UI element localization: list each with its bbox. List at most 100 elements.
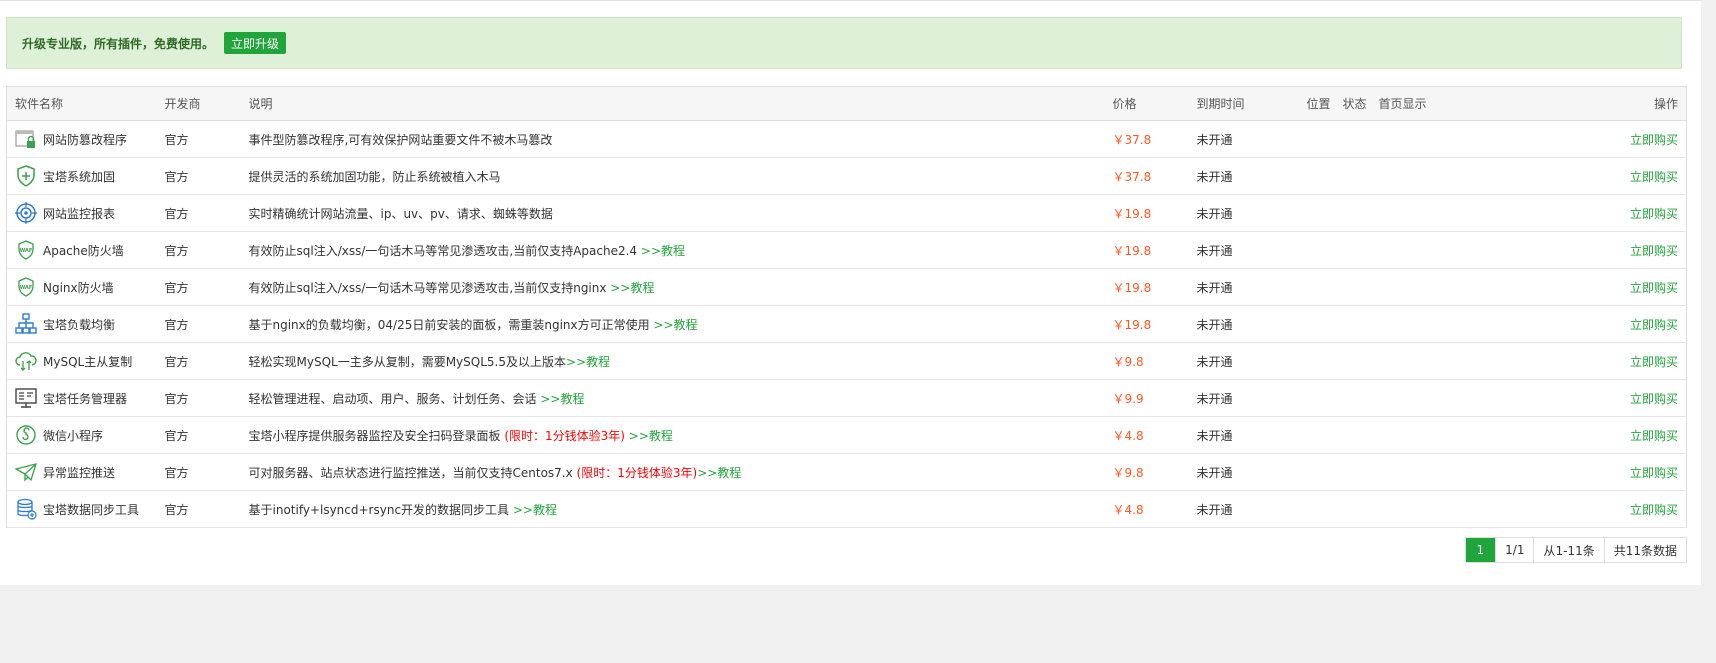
load-balance-icon	[15, 313, 37, 335]
plugin-price: ￥37.8	[1104, 157, 1189, 195]
buy-now-link[interactable]: 立即购买	[1630, 318, 1678, 332]
plugin-price: ￥9.9	[1104, 379, 1189, 417]
plugin-name[interactable]: 微信小程序	[43, 427, 103, 444]
plugin-name-cell: 异常监控推送	[6, 453, 157, 491]
plugin-name[interactable]: 宝塔系统加固	[43, 168, 115, 185]
plugin-name[interactable]: MySQL主从复制	[43, 353, 132, 370]
plugin-desc-cell: 轻松实现MySQL一主多从复制，需要MySQL5.5及以上版本>>教程	[240, 342, 1105, 380]
table-row: 网站监控报表 官方 实时精确统计网站流量、ip、uv、pv、请求、蜘蛛等数据 ￥19.…	[6, 194, 1687, 232]
plugin-name[interactable]: 网站防篡改程序	[43, 131, 127, 148]
page-current[interactable]: 1	[1465, 538, 1496, 562]
plugin-developer: 官方	[156, 342, 241, 380]
tutorial-link[interactable]: >>教程	[641, 244, 685, 258]
tutorial-link[interactable]: >>教程	[653, 318, 697, 332]
plugin-table: 软件名称 开发商 说明 价格 到期时间 位置 状态 首页显示 操作 网站防篡改程…	[6, 86, 1687, 528]
plugin-name[interactable]: 网站监控报表	[43, 205, 115, 222]
plugin-action-cell: 立即购买	[1450, 305, 1687, 343]
buy-now-link[interactable]: 立即购买	[1630, 170, 1678, 184]
plugin-price: ￥9.8	[1104, 342, 1189, 380]
plugin-homepage	[1370, 194, 1451, 232]
plugin-position	[1298, 268, 1335, 306]
plugin-name[interactable]: Apache防火墙	[43, 242, 124, 259]
plugin-position	[1298, 305, 1335, 343]
plugin-expire: 未开通	[1188, 120, 1299, 158]
plugin-name[interactable]: 宝塔任务管理器	[43, 390, 127, 407]
plugin-status	[1334, 379, 1371, 417]
plugin-position	[1298, 379, 1335, 417]
waf-shield-icon: WAF	[15, 276, 37, 298]
tutorial-link[interactable]: >>教程	[625, 429, 673, 443]
tamper-protect-icon	[15, 128, 37, 150]
plugin-desc-cell: 有效防止sql注入/xss/一句话木马等常见渗透攻击,当前仅支持Apache2.…	[240, 231, 1105, 269]
plugin-price: ￥19.8	[1104, 231, 1189, 269]
plugin-status	[1334, 416, 1371, 454]
plugin-position	[1298, 453, 1335, 491]
plugin-status	[1334, 342, 1371, 380]
plugin-price: ￥37.8	[1104, 120, 1189, 158]
plugin-desc-cell: 基于nginx的负载均衡，04/25日前安装的面板，需重装nginx方可正常使用…	[240, 305, 1105, 343]
page-range: 从1-11条	[1533, 538, 1603, 562]
plugin-homepage	[1370, 305, 1451, 343]
plugin-desc: 轻松实现MySQL一主多从复制，需要MySQL5.5及以上版本	[248, 354, 567, 369]
buy-now-link[interactable]: 立即购买	[1630, 429, 1678, 443]
buy-now-link[interactable]: 立即购买	[1630, 281, 1678, 295]
buy-now-link[interactable]: 立即购买	[1630, 392, 1678, 406]
buy-now-link[interactable]: 立即购买	[1630, 244, 1678, 258]
mini-program-icon	[15, 424, 37, 446]
plugin-name[interactable]: 宝塔负载均衡	[43, 316, 115, 333]
waf-shield-icon: WAF	[15, 239, 37, 261]
plugin-desc: 有效防止sql注入/xss/一句话木马等常见渗透攻击,当前仅支持Apache2.…	[248, 243, 641, 258]
plugin-expire: 未开通	[1188, 231, 1299, 269]
plugin-position	[1298, 120, 1335, 158]
plugin-position	[1298, 342, 1335, 380]
plugin-expire: 未开通	[1188, 194, 1299, 232]
plugin-homepage	[1370, 268, 1451, 306]
plugin-name[interactable]: 宝塔数据同步工具	[43, 501, 139, 518]
plugin-expire: 未开通	[1188, 379, 1299, 417]
plugin-status	[1334, 157, 1371, 195]
table-row: WAF Nginx防火墙 官方 有效防止sql注入/xss/一句话木马等常见渗透攻击,…	[6, 268, 1687, 306]
plugin-desc-cell: 实时精确统计网站流量、ip、uv、pv、请求、蜘蛛等数据	[240, 194, 1105, 232]
tutorial-link[interactable]: >>教程	[697, 466, 741, 480]
tutorial-link[interactable]: >>教程	[540, 392, 584, 406]
tutorial-link[interactable]: >>教程	[513, 503, 557, 517]
plugin-position	[1298, 194, 1335, 232]
plugin-action-cell: 立即购买	[1450, 453, 1687, 491]
plugin-name-cell: 宝塔任务管理器	[6, 379, 157, 417]
col-header-action: 操作	[1450, 86, 1687, 121]
plugin-action-cell: 立即购买	[1450, 379, 1687, 417]
buy-now-link[interactable]: 立即购买	[1630, 207, 1678, 221]
plugin-status	[1334, 305, 1371, 343]
buy-now-link[interactable]: 立即购买	[1630, 503, 1678, 517]
col-header-name[interactable]: 软件名称	[6, 86, 157, 121]
upgrade-now-button[interactable]: 立即升级	[224, 32, 287, 54]
upgrade-banner-text: 升级专业版，所有插件，免费使用。	[22, 36, 215, 51]
plugin-name[interactable]: 异常监控推送	[43, 464, 115, 481]
tutorial-link[interactable]: >>教程	[610, 281, 654, 295]
plugin-desc: 宝塔小程序提供服务器监控及安全扫码登录面板	[248, 428, 505, 443]
plugin-desc: 轻松管理进程、启动项、用户、服务、计划任务、会话	[248, 391, 541, 406]
table-row: 微信小程序 官方 宝塔小程序提供服务器监控及安全扫码登录面板 (限时：1分钱体验3年…	[6, 416, 1687, 454]
plugin-desc-cell: 有效防止sql注入/xss/一句话木马等常见渗透攻击,当前仅支持nginx >>…	[240, 268, 1105, 306]
buy-now-link[interactable]: 立即购买	[1630, 466, 1678, 480]
buy-now-link[interactable]: 立即购买	[1630, 133, 1678, 147]
plugin-status	[1334, 231, 1371, 269]
plugin-action-cell: 立即购买	[1450, 157, 1687, 195]
svg-text:WAF: WAF	[20, 248, 33, 254]
plugin-homepage	[1370, 120, 1451, 158]
target-icon	[15, 202, 37, 224]
plugin-developer: 官方	[156, 194, 241, 232]
plugin-desc: 提供灵活的系统加固功能，防止系统被植入木马	[248, 169, 501, 184]
plugin-homepage	[1370, 342, 1451, 380]
plugin-name[interactable]: Nginx防火墙	[43, 279, 114, 296]
page-total: 共11条数据	[1603, 538, 1686, 562]
tutorial-link[interactable]: >>教程	[566, 355, 610, 369]
col-header-expire[interactable]: 到期时间	[1188, 86, 1299, 121]
plugin-expire: 未开通	[1188, 157, 1299, 195]
col-header-price[interactable]: 价格	[1104, 86, 1189, 121]
plugin-status	[1334, 194, 1371, 232]
buy-now-link[interactable]: 立即购买	[1630, 355, 1678, 369]
plugin-expire: 未开通	[1188, 268, 1299, 306]
col-header-status: 状态	[1334, 86, 1371, 121]
plugin-name-cell: 网站监控报表	[6, 194, 157, 232]
